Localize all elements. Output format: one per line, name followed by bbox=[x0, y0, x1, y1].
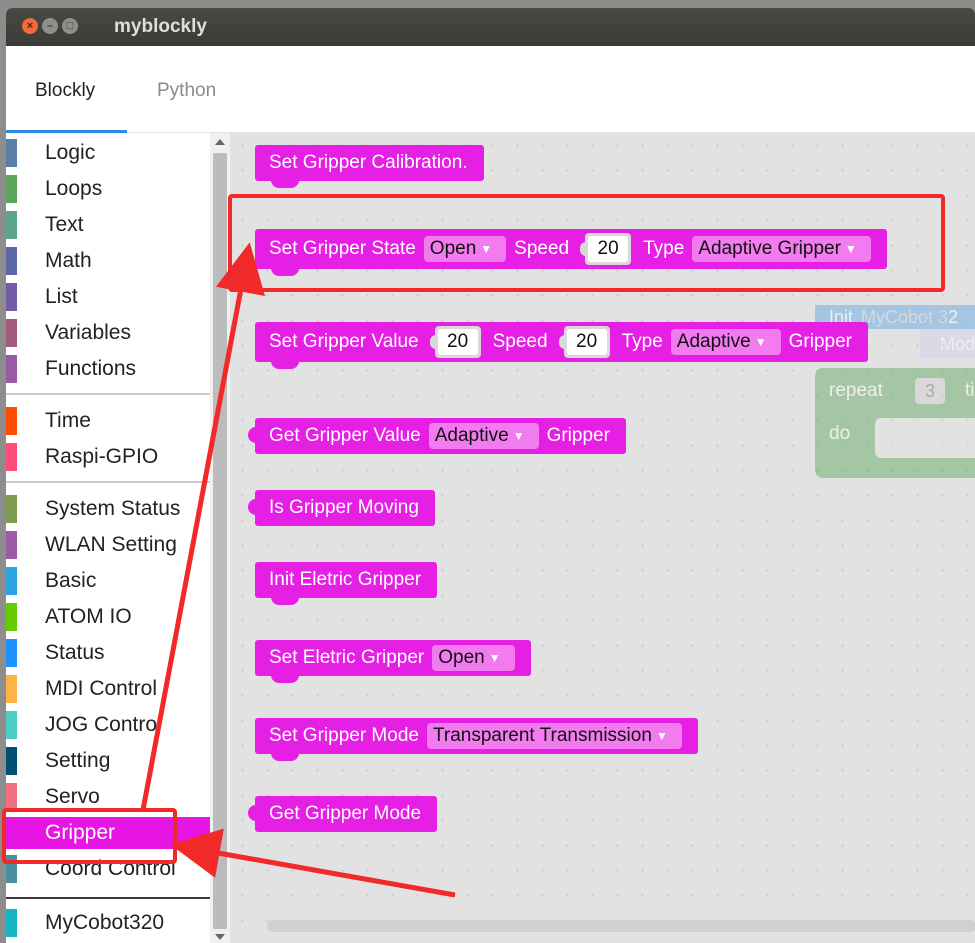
dropdown-arrow-icon: ▼ bbox=[844, 242, 857, 256]
category-color bbox=[6, 747, 17, 775]
tab-blockly[interactable]: Blockly bbox=[35, 80, 95, 102]
block-get-gripper-value[interactable]: Get Gripper Value Adaptive ▼ Gripper bbox=[248, 418, 626, 454]
category-color bbox=[6, 283, 17, 311]
block-set-gripper-value[interactable]: Set Gripper Value 20 Speed 20 Type Adapt… bbox=[255, 322, 868, 369]
category-color bbox=[6, 211, 17, 239]
dropdown-arrow-icon: ▼ bbox=[488, 651, 501, 665]
category-text[interactable]: Text bbox=[6, 209, 210, 241]
toolbox-separator bbox=[6, 897, 210, 899]
category-color bbox=[6, 247, 17, 275]
scrollbar-thumb[interactable] bbox=[213, 153, 227, 929]
category-loops[interactable]: Loops bbox=[6, 173, 210, 205]
category-wlan-setting[interactable]: WLAN Setting bbox=[6, 529, 210, 561]
gripper-type-dropdown[interactable]: Adaptive ▼ bbox=[428, 423, 539, 449]
category-list[interactable]: List bbox=[6, 281, 210, 313]
block-is-gripper-moving[interactable]: Is Gripper Moving bbox=[248, 490, 435, 526]
category-math[interactable]: Math bbox=[6, 245, 210, 277]
category-coord-control[interactable]: Coord Control bbox=[6, 853, 210, 885]
blockly-workspace[interactable]: Init MyCobot 32 Mod repeat 3 ti do Set Gr… bbox=[230, 133, 975, 943]
category-mdi-control[interactable]: MDI Control bbox=[6, 673, 210, 705]
speed-input[interactable]: 20 bbox=[558, 326, 610, 358]
gripper-mode-dropdown[interactable]: Transparent Transmission ▼ bbox=[426, 723, 682, 749]
category-logic[interactable]: Logic bbox=[6, 137, 210, 169]
scroll-up-icon[interactable] bbox=[215, 139, 225, 145]
category-color bbox=[6, 639, 17, 667]
category-color bbox=[6, 531, 17, 559]
gripper-type-dropdown[interactable]: Adaptive ▼ bbox=[670, 329, 781, 355]
category-color bbox=[6, 407, 17, 435]
dropdown-arrow-icon: ▼ bbox=[754, 335, 767, 349]
category-jog-control[interactable]: JOG Control bbox=[6, 709, 210, 741]
gripper-state-dropdown[interactable]: Open ▼ bbox=[423, 236, 507, 262]
category-status[interactable]: Status bbox=[6, 637, 210, 669]
block-get-gripper-mode[interactable]: Get Gripper Mode bbox=[247, 796, 438, 832]
category-basic[interactable]: Basic bbox=[6, 565, 210, 597]
category-color bbox=[6, 711, 17, 739]
window-title: myblockly bbox=[114, 16, 207, 37]
toolbox-scrollbar[interactable] bbox=[210, 133, 230, 943]
toolbox-separator bbox=[6, 393, 210, 395]
ghost-mode-block: Mod bbox=[920, 329, 975, 359]
block-set-gripper-mode[interactable]: Set Gripper Mode Transparent Transmissio… bbox=[255, 718, 698, 761]
category-mycobot320[interactable]: MyCobot320 bbox=[6, 907, 210, 939]
category-system-status[interactable]: System Status bbox=[6, 493, 210, 525]
gripper-type-dropdown[interactable]: Adaptive Gripper ▼ bbox=[692, 236, 871, 262]
tab-bar: Blockly Python bbox=[6, 46, 975, 133]
ghost-repeat-block: repeat 3 ti do bbox=[815, 368, 975, 478]
category-gripper[interactable]: Gripper bbox=[6, 817, 210, 849]
category-time[interactable]: Time bbox=[6, 405, 210, 437]
maximize-icon[interactable]: □ bbox=[62, 18, 78, 34]
dropdown-arrow-icon: ▼ bbox=[655, 729, 668, 743]
category-color bbox=[6, 783, 17, 811]
category-color bbox=[6, 567, 17, 595]
app-window: × – □ myblockly Blockly Python Logic Loo… bbox=[6, 8, 975, 943]
block-set-electric-gripper[interactable]: Set Eletric Gripper Open ▼ bbox=[255, 640, 531, 683]
category-setting[interactable]: Setting bbox=[6, 745, 210, 777]
category-color bbox=[6, 443, 17, 471]
scroll-down-icon[interactable] bbox=[215, 934, 225, 940]
block-set-gripper-calibration[interactable]: Set Gripper Calibration. bbox=[255, 145, 484, 188]
block-set-gripper-state[interactable]: Set Gripper State Open ▼ Speed 20 Type Ad… bbox=[255, 229, 887, 276]
tab-python[interactable]: Python bbox=[157, 80, 216, 102]
category-color bbox=[6, 319, 17, 347]
category-color bbox=[6, 355, 17, 383]
block-init-electric-gripper[interactable]: Init Eletric Gripper bbox=[255, 562, 438, 605]
dropdown-arrow-icon: ▼ bbox=[480, 242, 493, 256]
category-servo[interactable]: Servo bbox=[6, 781, 210, 813]
gripper-value-input[interactable]: 20 bbox=[429, 326, 481, 358]
close-icon[interactable]: × bbox=[22, 18, 38, 34]
category-raspi-gpio[interactable]: Raspi-GPIO bbox=[6, 441, 210, 473]
category-atom-io[interactable]: ATOM IO bbox=[6, 601, 210, 633]
category-color bbox=[6, 495, 17, 523]
dropdown-arrow-icon: ▼ bbox=[512, 429, 525, 443]
category-color bbox=[6, 819, 17, 847]
toolbox-separator bbox=[6, 481, 210, 483]
category-variables[interactable]: Variables bbox=[6, 317, 210, 349]
category-color bbox=[6, 175, 17, 203]
electric-state-dropdown[interactable]: Open ▼ bbox=[432, 645, 515, 671]
category-color bbox=[6, 855, 17, 883]
category-color bbox=[6, 603, 17, 631]
category-color bbox=[6, 139, 17, 167]
do-slot bbox=[875, 418, 975, 458]
workspace-scrollbar[interactable] bbox=[267, 920, 975, 932]
toolbox: Logic Loops Text Math List Variables Fun… bbox=[6, 133, 210, 943]
category-color bbox=[6, 909, 17, 937]
category-color bbox=[6, 675, 17, 703]
minimize-icon[interactable]: – bbox=[42, 18, 58, 34]
category-functions[interactable]: Functions bbox=[6, 353, 210, 385]
title-bar: × – □ myblockly bbox=[6, 8, 975, 46]
speed-input[interactable]: 20 bbox=[580, 233, 632, 265]
